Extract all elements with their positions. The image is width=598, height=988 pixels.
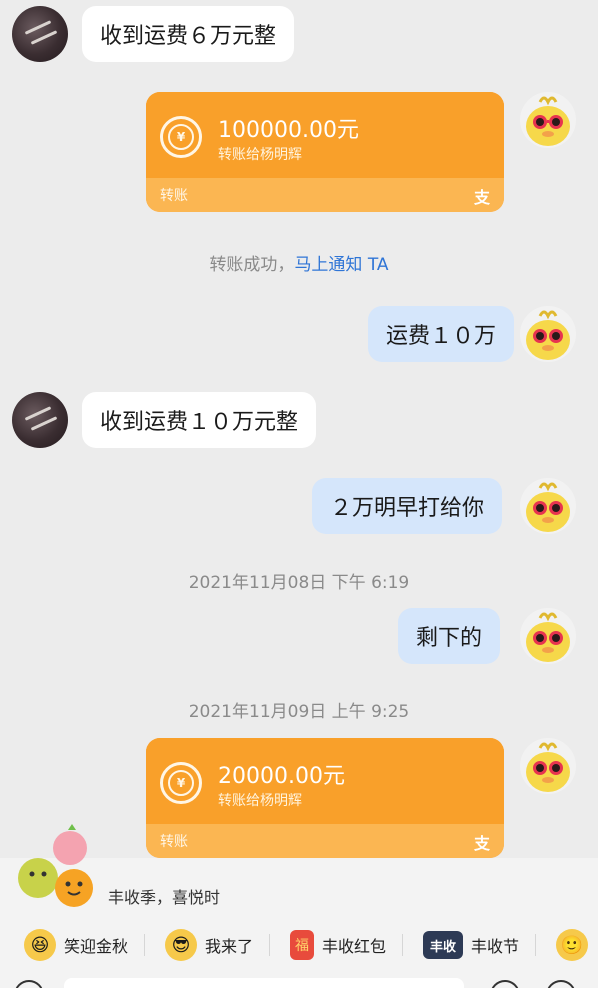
message-bubble-received[interactable]: 收到运费１０万元整 <box>82 392 317 448</box>
voice-button[interactable] <box>14 980 44 988</box>
alipay-icon: 支 <box>473 834 490 853</box>
alipay-icon: 支 <box>473 188 490 207</box>
harvest-theme-text: 丰收季，喜悦时 <box>108 888 221 907</box>
message-text: 剩下的 <box>416 626 483 651</box>
input-bar <box>0 974 598 988</box>
divider <box>269 934 271 956</box>
transfer-success-notice: 转账成功，马上通知 TA <box>0 250 598 275</box>
divider <box>402 934 404 956</box>
timestamp: 2021年11月08日 下午 6:19 <box>188 573 410 593</box>
transfer-recipient: 转账给杨明辉 <box>218 793 302 809</box>
yuan-coin-icon: ¥ <box>160 762 202 804</box>
sticker-label: 笑迎金秋 <box>64 937 129 956</box>
yuan-coin-icon: ¥ <box>160 116 202 158</box>
transfer-type-label: 转账 <box>160 834 188 850</box>
sticker-more[interactable]: 🙂 <box>556 925 589 965</box>
message-text: ２万明早打给你 <box>330 496 485 521</box>
self-avatar[interactable] <box>520 608 576 664</box>
message-text: 收到运费６万元整 <box>100 24 277 49</box>
self-avatar[interactable] <box>520 306 576 362</box>
sticker-harvest-festival[interactable]: 丰收 丰收节 <box>423 925 519 965</box>
sticker-bar: 😆 笑迎金秋 😎 我来了 福 丰收红包 丰收 丰收节 🙂 <box>0 918 598 972</box>
self-avatar[interactable] <box>520 478 576 534</box>
transfer-amount: 100000.00元 <box>218 118 359 143</box>
notify-ta-link[interactable]: 马上通知 TA <box>294 255 388 275</box>
success-text: 转账成功， <box>209 255 295 275</box>
sticker-label: 丰收红包 <box>322 937 387 956</box>
divider <box>535 934 537 956</box>
harvest-mascot-icon <box>12 822 102 914</box>
self-avatar[interactable] <box>520 92 576 148</box>
self-avatar[interactable] <box>520 738 576 794</box>
transfer-card[interactable]: ¥ 20000.00元 转账给杨明辉 转账 支 <box>146 738 504 858</box>
transfer-type-label: 转账 <box>160 188 188 204</box>
red-envelope-icon: 福 <box>290 930 315 960</box>
message-text: 收到运费１０万元整 <box>100 410 299 435</box>
transfer-recipient: 转账给杨明辉 <box>218 147 302 163</box>
contact-avatar[interactable] <box>12 392 68 448</box>
sticker-red-envelope[interactable]: 福 丰收红包 <box>290 925 386 965</box>
message-bubble-received[interactable]: 收到运费６万元整 <box>82 6 295 62</box>
message-bubble-sent[interactable]: ２万明早打给你 <box>312 478 503 534</box>
plus-button[interactable] <box>546 980 576 988</box>
harvest-logo-icon: 丰收 <box>423 931 464 959</box>
timestamp: 2021年11月09日 上午 9:25 <box>188 702 410 722</box>
transfer-card[interactable]: ¥ 100000.00元 转账给杨明辉 转账 支 <box>146 92 504 212</box>
sticker-coming[interactable]: 😎 我来了 <box>165 925 253 965</box>
sticker-label: 我来了 <box>205 937 254 956</box>
message-input[interactable] <box>64 978 464 988</box>
sunglasses-face-icon: 😎 <box>165 929 198 961</box>
contact-avatar[interactable] <box>12 6 68 62</box>
laughing-face-icon: 😆 <box>24 929 56 961</box>
emoji-button[interactable] <box>490 980 520 988</box>
message-text: 运费１０万 <box>386 324 497 349</box>
divider <box>144 934 146 956</box>
message-bubble-sent[interactable]: 剩下的 <box>398 608 501 664</box>
smiling-face-icon: 🙂 <box>556 929 589 961</box>
transfer-amount: 20000.00元 <box>218 764 345 789</box>
sticker-label: 丰收节 <box>471 937 520 956</box>
message-bubble-sent[interactable]: 运费１０万 <box>368 306 515 362</box>
sticker-laughing[interactable]: 😆 笑迎金秋 <box>24 925 128 965</box>
